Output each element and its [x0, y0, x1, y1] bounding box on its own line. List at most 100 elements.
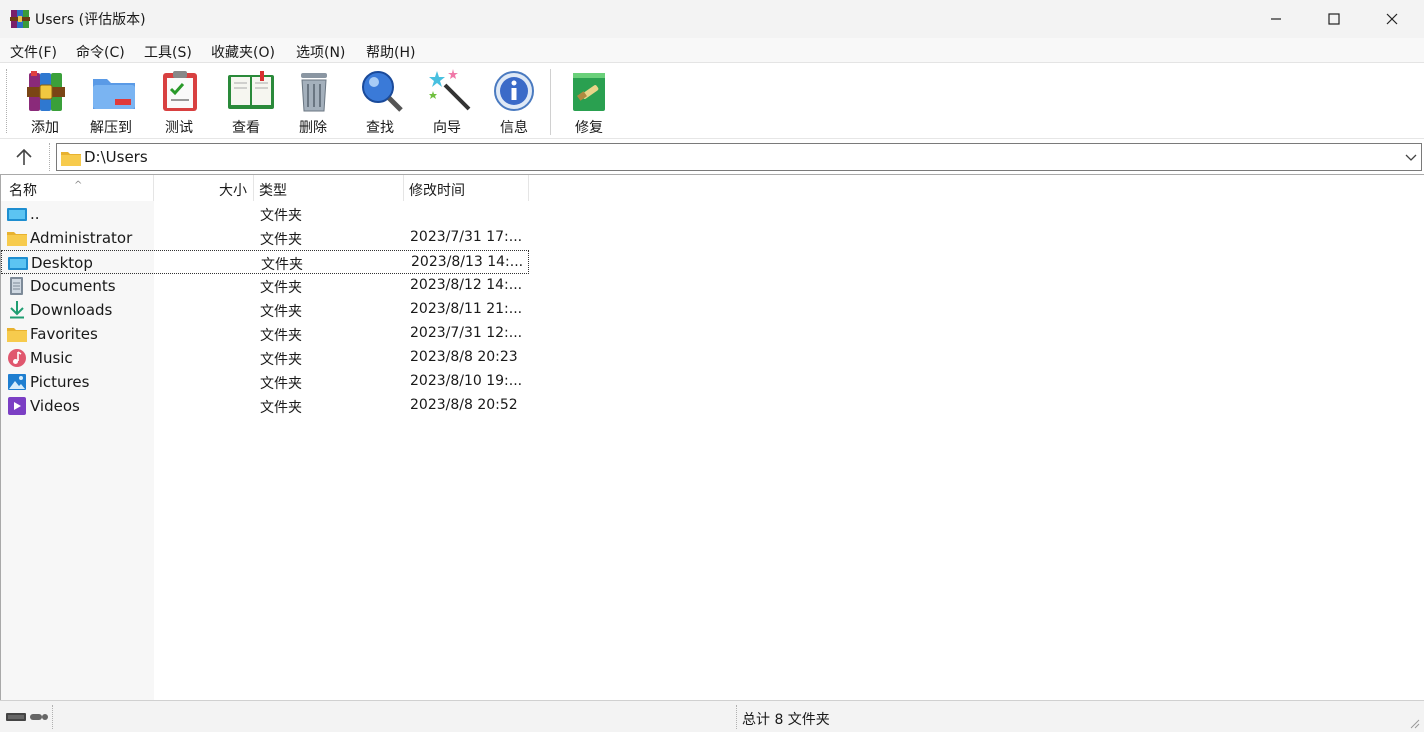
item-name: Downloads — [30, 301, 113, 319]
menu-tools[interactable]: 工具(S) — [144, 42, 192, 62]
item-name: Administrator — [30, 229, 133, 247]
status-bar: 总计 8 文件夹 — [0, 700, 1424, 732]
close-icon — [1386, 13, 1398, 25]
resize-grip-icon[interactable] — [1410, 719, 1420, 729]
extract-to-label: 解压到 — [90, 120, 132, 136]
item-type: 文件夹 — [260, 232, 302, 248]
view-label: 查看 — [232, 120, 260, 136]
list-item-music[interactable]: Music 文件夹 2023/8/8 20:23 — [1, 346, 529, 370]
item-name: Pictures — [30, 373, 90, 391]
list-item-favorites[interactable]: Favorites 文件夹 2023/7/31 12:... — [1, 322, 529, 346]
window-title: Users (评估版本) — [35, 12, 146, 28]
drive-keyboard-icon[interactable] — [6, 710, 50, 724]
repair-label: 修复 — [575, 120, 603, 136]
list-item-documents[interactable]: Documents 文件夹 2023/8/12 14:... — [1, 274, 529, 298]
path-input[interactable]: D:\Users — [56, 143, 1422, 171]
column-header-name[interactable]: ^ 名称 — [1, 175, 154, 201]
view-button[interactable]: 查看 — [216, 63, 276, 139]
folder-icon — [7, 328, 27, 342]
file-list: ^ 名称 大小 类型 修改时间 .. 文件夹 Administrator 文件夹… — [0, 174, 1424, 701]
item-type: 文件夹 — [260, 376, 302, 392]
toolbar-grip[interactable] — [6, 69, 9, 133]
wizard-label: 向导 — [433, 120, 461, 136]
find-label: 查找 — [366, 120, 394, 136]
add-archive-icon — [27, 71, 65, 111]
column-modified-label: 修改时间 — [409, 183, 465, 199]
pictures-icon — [8, 374, 26, 390]
status-separator — [736, 705, 737, 729]
magic-wand-icon — [429, 69, 471, 111]
toolbar-separator — [550, 69, 551, 135]
maximize-icon — [1328, 13, 1340, 25]
up-arrow-icon[interactable] — [12, 147, 36, 167]
address-separator — [49, 143, 50, 171]
test-label: 测试 — [165, 120, 193, 136]
menu-favorites[interactable]: 收藏夹(O) — [211, 42, 275, 62]
column-size-label: 大小 — [219, 183, 247, 199]
delete-label: 删除 — [299, 120, 327, 136]
item-modified: 2023/7/31 17:... — [410, 229, 523, 245]
info-icon — [494, 71, 534, 111]
status-separator — [52, 705, 53, 729]
minimize-button[interactable] — [1247, 0, 1305, 38]
item-type: 文件夹 — [260, 400, 302, 416]
extract-to-button[interactable]: 解压到 — [81, 63, 141, 139]
winrar-app-icon — [10, 10, 30, 28]
column-header-type[interactable]: 类型 — [254, 175, 404, 201]
add-label: 添加 — [31, 120, 59, 136]
music-icon — [8, 349, 26, 367]
item-type: 文件夹 — [261, 257, 303, 273]
info-label: 信息 — [500, 120, 528, 136]
column-name-label: 名称 — [9, 183, 37, 199]
item-modified: 2023/8/8 20:52 — [410, 397, 518, 413]
chevron-down-icon[interactable] — [1405, 152, 1417, 162]
test-clipboard-icon — [163, 71, 197, 111]
list-item-desktop[interactable]: Desktop 文件夹 2023/8/13 14:... — [1, 250, 529, 274]
list-item-downloads[interactable]: Downloads 文件夹 2023/8/11 21:... — [1, 298, 529, 322]
add-button[interactable]: 添加 — [15, 63, 75, 139]
minimize-icon — [1271, 18, 1281, 20]
folder-icon — [61, 152, 81, 166]
column-header-size[interactable]: 大小 — [154, 175, 254, 201]
item-type: 文件夹 — [260, 304, 302, 320]
desktop-icon — [8, 257, 28, 270]
menu-bar: 文件(F) 命令(C) 工具(S) 收藏夹(O) 选项(N) 帮助(H) — [0, 38, 1424, 62]
item-modified: 2023/8/11 21:... — [410, 301, 523, 317]
menu-options[interactable]: 选项(N) — [296, 42, 345, 62]
item-name: Documents — [30, 277, 116, 295]
item-type: 文件夹 — [260, 328, 302, 344]
column-header-modified[interactable]: 修改时间 — [404, 175, 529, 201]
item-type: 文件夹 — [260, 280, 302, 296]
wizard-button[interactable]: 向导 — [417, 63, 477, 139]
item-name: Desktop — [31, 254, 93, 272]
list-item-administrator[interactable]: Administrator 文件夹 2023/7/31 17:... — [1, 226, 529, 250]
delete-button[interactable]: 删除 — [283, 63, 343, 139]
item-modified: 2023/8/10 19:... — [410, 373, 523, 389]
documents-icon — [10, 277, 23, 295]
item-name: Favorites — [30, 325, 98, 343]
repair-button[interactable]: 修复 — [559, 63, 619, 139]
menu-file[interactable]: 文件(F) — [10, 42, 57, 62]
list-item-videos[interactable]: Videos 文件夹 2023/8/8 20:52 — [1, 394, 529, 418]
menu-help[interactable]: 帮助(H) — [366, 42, 415, 62]
toolbar: 添加 解压到 测试 查看 删除 查找 向导 信息 修复 — [0, 62, 1424, 138]
maximize-button[interactable] — [1305, 0, 1363, 38]
item-name: Videos — [30, 397, 80, 415]
parent-folder-icon — [7, 208, 27, 221]
view-book-icon — [228, 71, 274, 109]
close-button[interactable] — [1363, 0, 1421, 38]
item-modified: 2023/8/13 14:... — [411, 254, 524, 270]
item-modified: 2023/8/12 14:... — [410, 277, 523, 293]
list-item-parent[interactable]: .. 文件夹 — [1, 202, 529, 226]
sort-ascending-icon: ^ — [74, 180, 83, 191]
folder-icon — [7, 232, 27, 246]
menu-commands[interactable]: 命令(C) — [76, 42, 125, 62]
test-button[interactable]: 测试 — [149, 63, 209, 139]
list-item-pictures[interactable]: Pictures 文件夹 2023/8/10 19:... — [1, 370, 529, 394]
item-type: 文件夹 — [260, 352, 302, 368]
info-button[interactable]: 信息 — [484, 63, 544, 139]
item-name: .. — [30, 205, 40, 223]
address-bar: D:\Users — [0, 138, 1424, 174]
find-button[interactable]: 查找 — [350, 63, 410, 139]
downloads-icon — [10, 301, 24, 319]
